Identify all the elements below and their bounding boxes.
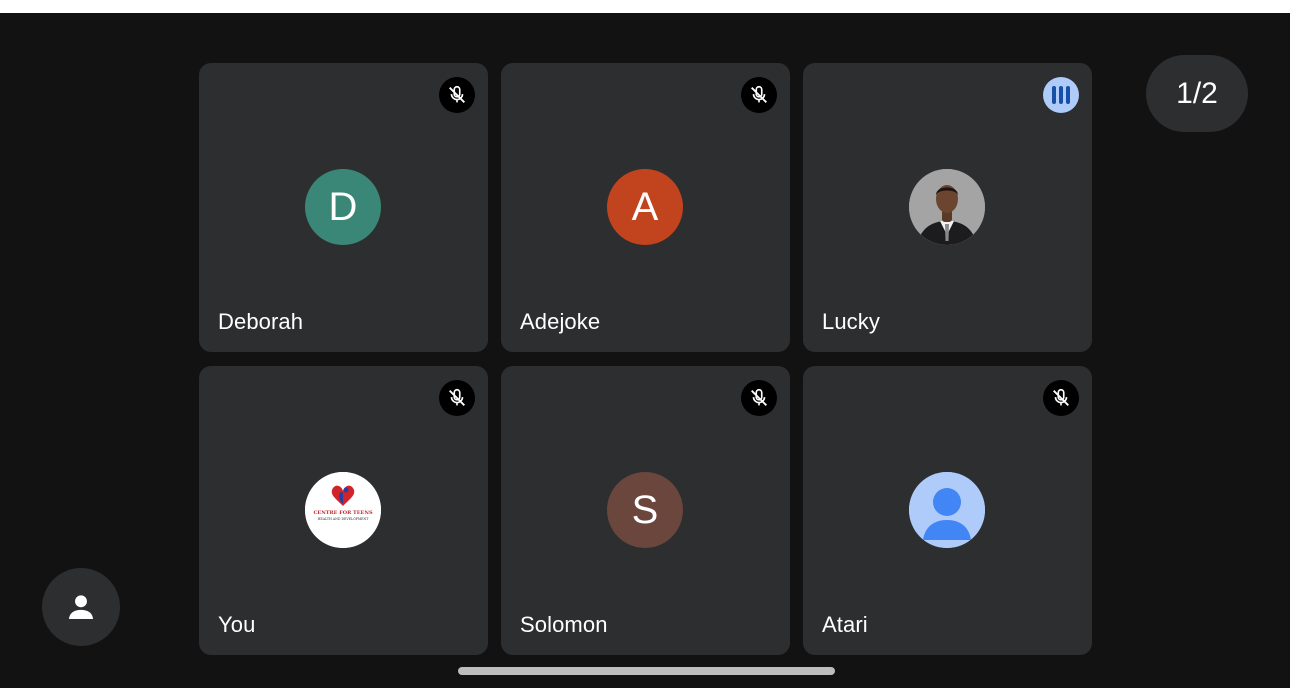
- page-indicator[interactable]: 1/2: [1146, 55, 1248, 132]
- meeting-screen: D Deborah A Adejoke Lucky CENTRE FOR TEE…: [0, 13, 1290, 688]
- mic-off-icon: [439, 77, 475, 113]
- organization-logo-avatar: CENTRE FOR TEENS HEALTH AND DEVELOPMENT: [305, 472, 381, 548]
- home-indicator[interactable]: [458, 667, 835, 675]
- participant-name: Solomon: [520, 612, 608, 637]
- participant-name: Atari: [822, 612, 868, 637]
- profile-photo-avatar: [909, 169, 985, 245]
- default-person-avatar-icon: [909, 472, 985, 548]
- participant-name: Adejoke: [520, 309, 601, 334]
- mic-off-icon: [741, 77, 777, 113]
- speaking-indicator-icon: [1043, 77, 1079, 113]
- self-view-button[interactable]: [42, 568, 120, 646]
- participant-tile-lucky[interactable]: Lucky: [803, 63, 1092, 352]
- participant-tile-deborah[interactable]: D Deborah: [199, 63, 488, 352]
- mic-off-icon: [439, 380, 475, 416]
- avatar-initial: S: [607, 472, 683, 548]
- participant-tile-adejoke[interactable]: A Adejoke: [501, 63, 790, 352]
- avatar-initial: D: [305, 169, 381, 245]
- participant-tile-you[interactable]: CENTRE FOR TEENS HEALTH AND DEVELOPMENT …: [199, 366, 488, 655]
- avatar-initial: A: [607, 169, 683, 245]
- person-icon: [68, 595, 94, 620]
- participant-tile-atari[interactable]: Atari: [803, 366, 1092, 655]
- svg-text:HEALTH AND DEVELOPMENT: HEALTH AND DEVELOPMENT: [318, 517, 370, 521]
- participant-name: Lucky: [822, 309, 880, 334]
- mic-off-icon: [1043, 380, 1079, 416]
- participant-tile-solomon[interactable]: S Solomon: [501, 366, 790, 655]
- participant-name: You: [218, 612, 256, 637]
- participant-name: Deborah: [218, 309, 304, 334]
- mic-off-icon: [741, 380, 777, 416]
- svg-text:CENTRE FOR TEENS: CENTRE FOR TEENS: [313, 510, 373, 516]
